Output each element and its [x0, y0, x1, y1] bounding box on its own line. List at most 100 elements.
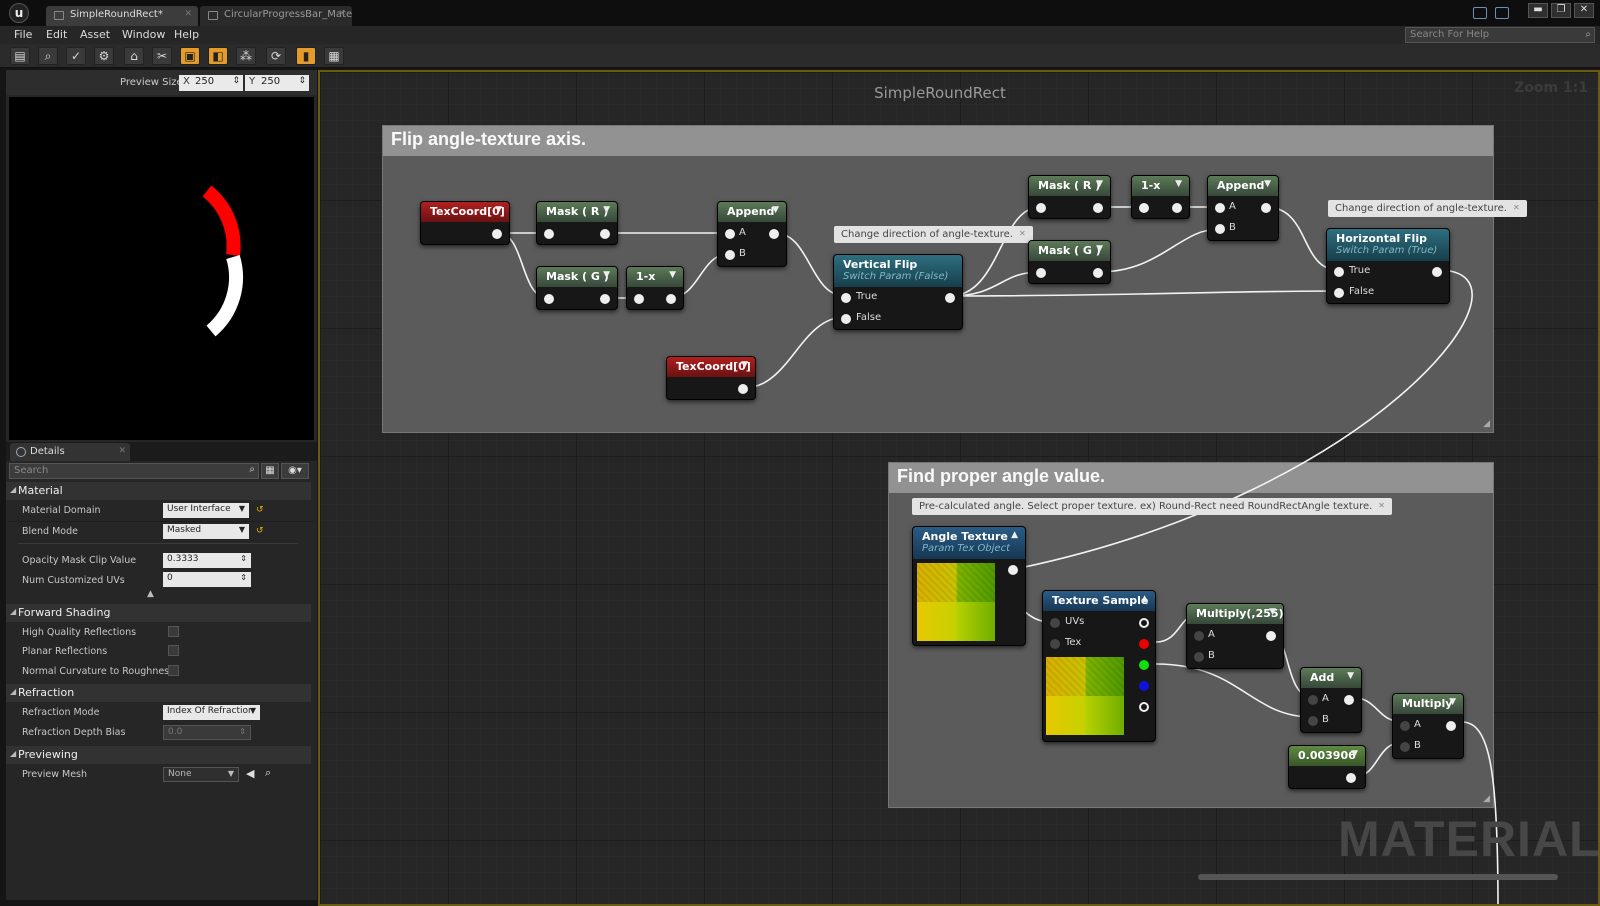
node-multiply[interactable]: Multiply ▼ A B — [1392, 693, 1464, 759]
apply-button[interactable]: ✓ — [66, 47, 86, 65]
input-pin-false[interactable] — [1334, 288, 1344, 298]
node-mask-g[interactable]: Mask ( G ) ▼ — [536, 266, 618, 310]
input-pin[interactable] — [544, 294, 554, 304]
chevron-down-icon[interactable]: ▼ — [1269, 607, 1276, 617]
node-constant[interactable]: 0.003906 ▼ — [1288, 745, 1366, 789]
use-selected-arrow-icon[interactable]: ◀ — [246, 767, 254, 780]
close-button[interactable]: ✕ — [1574, 3, 1594, 18]
input-pin-false[interactable] — [841, 314, 851, 324]
output-pin[interactable] — [600, 229, 610, 239]
minimize-button[interactable]: ▬ — [1528, 3, 1548, 18]
node-comment-bubble[interactable]: Pre-calculated angle. Select proper text… — [912, 498, 1392, 515]
view-options-button[interactable]: ◉▾ — [281, 463, 309, 479]
connectors-button[interactable]: ▣ — [180, 47, 200, 65]
input-pin-b[interactable] — [1215, 224, 1225, 234]
output-pin[interactable] — [600, 294, 610, 304]
chevron-down-icon[interactable]: ▼ — [495, 205, 502, 215]
menu-help[interactable]: Help — [174, 28, 199, 41]
input-pin-a[interactable] — [1215, 203, 1225, 213]
refraction-depth-bias-input[interactable]: 0.0 ⇕ — [163, 725, 251, 740]
stats-button[interactable]: ⚙ — [94, 47, 114, 65]
unreal-logo-icon[interactable]: u — [9, 3, 29, 23]
release-stats-button[interactable]: ▦ — [324, 47, 344, 65]
node-angle-texture[interactable]: Angle Texture Param Tex Object ▲ — [912, 526, 1026, 646]
node-texcoord[interactable]: TexCoord[0] ▼ — [420, 201, 510, 245]
live-preview-button[interactable]: ◧ — [208, 47, 228, 65]
details-tab[interactable]: Details ✕ — [10, 443, 130, 461]
output-pin[interactable] — [738, 384, 748, 394]
node-comment-bubble[interactable]: Change direction of angle-texture. ✕ — [834, 226, 1033, 243]
property-matrix-button[interactable]: ▦ — [261, 463, 279, 479]
feedback-icon[interactable] — [1473, 7, 1487, 19]
close-bubble-icon[interactable]: ✕ — [1019, 229, 1026, 238]
chevron-down-icon[interactable]: ▼ — [669, 270, 676, 280]
output-pin[interactable] — [1344, 695, 1354, 705]
chevron-down-icon[interactable]: ▼ — [772, 205, 779, 215]
node-mask-g[interactable]: Mask ( G ) ▼ — [1028, 240, 1111, 284]
horizontal-scrollbar[interactable] — [1198, 874, 1558, 880]
menu-edit[interactable]: Edit — [46, 28, 67, 41]
node-texture-sample[interactable]: Texture Sample ▲ UVs Tex — [1042, 590, 1156, 742]
section-forward-shading[interactable]: ◢ Forward Shading — [6, 604, 311, 622]
menu-window[interactable]: Window — [122, 28, 165, 41]
input-pin-true[interactable] — [841, 293, 851, 303]
high-quality-reflections-checkbox[interactable] — [168, 626, 179, 637]
output-pin[interactable] — [1172, 203, 1182, 213]
stats-toggle-button[interactable]: ▮ — [296, 47, 316, 65]
chevron-down-icon[interactable]: ▼ — [1449, 697, 1456, 707]
home-button[interactable]: ⌂ — [124, 47, 144, 65]
input-pin[interactable] — [1139, 203, 1149, 213]
close-tab-icon[interactable]: ✕ — [118, 446, 126, 456]
notifications-icon[interactable] — [1495, 7, 1509, 19]
input-pin[interactable] — [634, 294, 644, 304]
section-material[interactable]: ◢ Material — [6, 482, 311, 500]
chevron-up-icon[interactable]: ▲ — [1011, 530, 1018, 540]
planar-reflections-checkbox[interactable] — [168, 645, 179, 656]
chevron-down-icon[interactable]: ▼ — [741, 360, 748, 370]
input-pin-a[interactable] — [1400, 721, 1410, 731]
output-pin[interactable] — [1266, 631, 1276, 641]
live-update-button[interactable]: ⟳ — [266, 47, 286, 65]
find-in-browser-button[interactable]: ⌕ — [38, 47, 58, 65]
chevron-down-icon[interactable]: ▼ — [1175, 179, 1182, 189]
advanced-expand-icon[interactable]: ▲ — [147, 589, 154, 599]
live-nodes-button[interactable]: ⁂ — [236, 47, 256, 65]
output-pin-rgb[interactable] — [1139, 618, 1149, 628]
tab-circular-progress-bar[interactable]: CircularProgressBar_Mate ✕ — [200, 6, 352, 26]
output-pin[interactable] — [1008, 565, 1018, 575]
browse-search-icon[interactable]: ⌕ — [265, 766, 271, 780]
close-bubble-icon[interactable]: ✕ — [1513, 203, 1520, 212]
output-pin[interactable] — [492, 229, 502, 239]
output-pin[interactable] — [1446, 721, 1456, 731]
node-one-minus[interactable]: 1-x ▼ — [1131, 175, 1190, 219]
close-tab-icon[interactable]: ✕ — [184, 9, 192, 19]
preview-viewport[interactable] — [9, 97, 314, 440]
output-pin[interactable] — [1432, 267, 1442, 277]
preview-x-input[interactable]: X 250 ⇕ — [179, 75, 243, 91]
output-pin[interactable] — [945, 293, 955, 303]
output-pin-g[interactable] — [1139, 660, 1149, 670]
output-pin[interactable] — [666, 294, 676, 304]
chevron-down-icon[interactable]: ▼ — [603, 205, 610, 215]
material-domain-dropdown[interactable]: User Interface ▼ — [163, 503, 249, 518]
preview-mesh-dropdown[interactable]: None ▼ — [163, 767, 239, 782]
input-pin[interactable] — [544, 229, 554, 239]
input-pin[interactable] — [1036, 268, 1046, 278]
node-mask-r[interactable]: Mask ( R ) ▼ — [536, 201, 618, 245]
clean-up-button[interactable]: ✂ — [152, 47, 172, 65]
node-texcoord[interactable]: TexCoord[0] ▼ — [666, 356, 756, 400]
preview-y-input[interactable]: Y 250 ⇕ — [245, 75, 309, 91]
chevron-down-icon[interactable]: ▼ — [1264, 179, 1271, 189]
opacity-mask-clip-input[interactable]: 0.3333 ⇕ — [163, 553, 251, 568]
num-customized-uvs-input[interactable]: 0 ⇕ — [163, 572, 251, 587]
chevron-down-icon[interactable]: ▼ — [603, 270, 610, 280]
node-one-minus[interactable]: 1-x ▼ — [626, 266, 684, 310]
section-previewing[interactable]: ◢ Previewing — [6, 746, 311, 764]
close-bubble-icon[interactable]: ✕ — [1378, 501, 1385, 510]
refraction-mode-dropdown[interactable]: Index Of Refraction ▼ — [163, 705, 260, 720]
node-comment-bubble[interactable]: Change direction of angle-texture. ✕ — [1328, 200, 1527, 217]
material-graph-canvas[interactable]: SimpleRoundRect Zoom 1:1 Flip angle-text… — [318, 70, 1600, 906]
input-pin[interactable] — [1036, 203, 1046, 213]
node-multiply-255[interactable]: Multiply(,255) ▼ A B — [1186, 603, 1284, 669]
menu-asset[interactable]: Asset — [80, 28, 110, 41]
